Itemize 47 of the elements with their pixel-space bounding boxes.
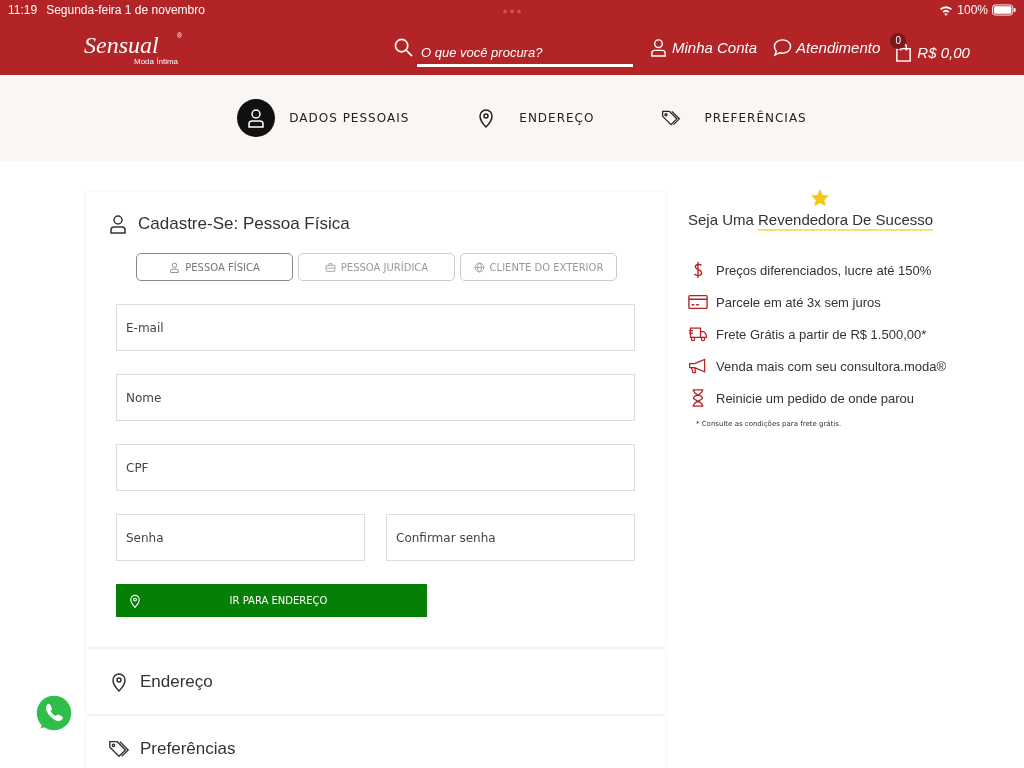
- customer-type-tab[interactable]: PESSOA FÍSICA: [136, 253, 293, 281]
- input-field[interactable]: Nome: [116, 374, 635, 421]
- credit-card-icon: [688, 293, 708, 311]
- chat-bubble-icon: [773, 38, 793, 57]
- shopping-bag-icon: [894, 43, 914, 62]
- person-icon: [246, 108, 267, 128]
- benefit-text: Reinicie um pedido de onde parou: [716, 390, 915, 406]
- date-text: Segunda-feira 1 de novembro: [46, 3, 205, 17]
- form-title: Cadastre-Se: Pessoa Física: [138, 214, 350, 234]
- globe-icon: [473, 261, 485, 273]
- battery-percent: 100%: [957, 3, 988, 17]
- benefit-text: Venda mais com seu consultora.moda®: [716, 358, 946, 374]
- cart-count-badge: 0: [890, 33, 907, 49]
- more-dots-icon: [502, 9, 522, 14]
- megaphone-icon: [688, 357, 708, 375]
- logo-tagline: Moda Íntima: [134, 56, 179, 66]
- person-icon: [108, 214, 128, 234]
- person-icon: [169, 261, 181, 273]
- search-field[interactable]: O que você procura?: [417, 36, 633, 67]
- collapsed-section[interactable]: Endereço: [86, 649, 665, 714]
- star-icon: [810, 188, 830, 208]
- cart-link[interactable]: 0 R$ 0,00: [890, 33, 970, 62]
- benefit-text: Frete Grátis a partir de R$ 1.500,00*: [716, 326, 927, 342]
- battery-icon: [992, 4, 1016, 16]
- briefcase-icon: [324, 261, 336, 273]
- input-field[interactable]: CPF: [116, 444, 635, 491]
- checkout-step[interactable]: DADOS PESSOAIS: [237, 99, 410, 137]
- input-field[interactable]: E-mail: [116, 304, 635, 351]
- checkout-step[interactable]: PREFERÊNCIAS: [652, 99, 807, 137]
- person-icon: [649, 38, 668, 57]
- checkout-step[interactable]: ENDEREÇO: [467, 99, 595, 137]
- search-icon[interactable]: [394, 38, 413, 57]
- tags-icon: [108, 738, 130, 759]
- input-field[interactable]: Confirmar senha: [386, 514, 635, 561]
- support-link[interactable]: Atendimento: [773, 38, 881, 57]
- input-field[interactable]: Senha: [116, 514, 365, 561]
- clock-time: 11:19: [8, 3, 38, 17]
- next-step-button[interactable]: IR PARA ENDEREÇO: [116, 584, 427, 617]
- benefit-text: Preços diferenciados, lucre até 150%: [716, 262, 932, 278]
- truck-icon: [688, 325, 708, 343]
- wifi-icon: [939, 4, 954, 16]
- tags-icon: [661, 108, 682, 128]
- collapsed-section[interactable]: Preferências: [86, 716, 665, 768]
- benefit-text: Parcele em até 3x sem juros: [716, 294, 881, 310]
- account-link[interactable]: Minha Conta: [649, 38, 758, 57]
- sidebar-heading: Seja Uma Revendedora De Sucesso: [688, 211, 968, 236]
- location-pin-icon: [128, 593, 142, 608]
